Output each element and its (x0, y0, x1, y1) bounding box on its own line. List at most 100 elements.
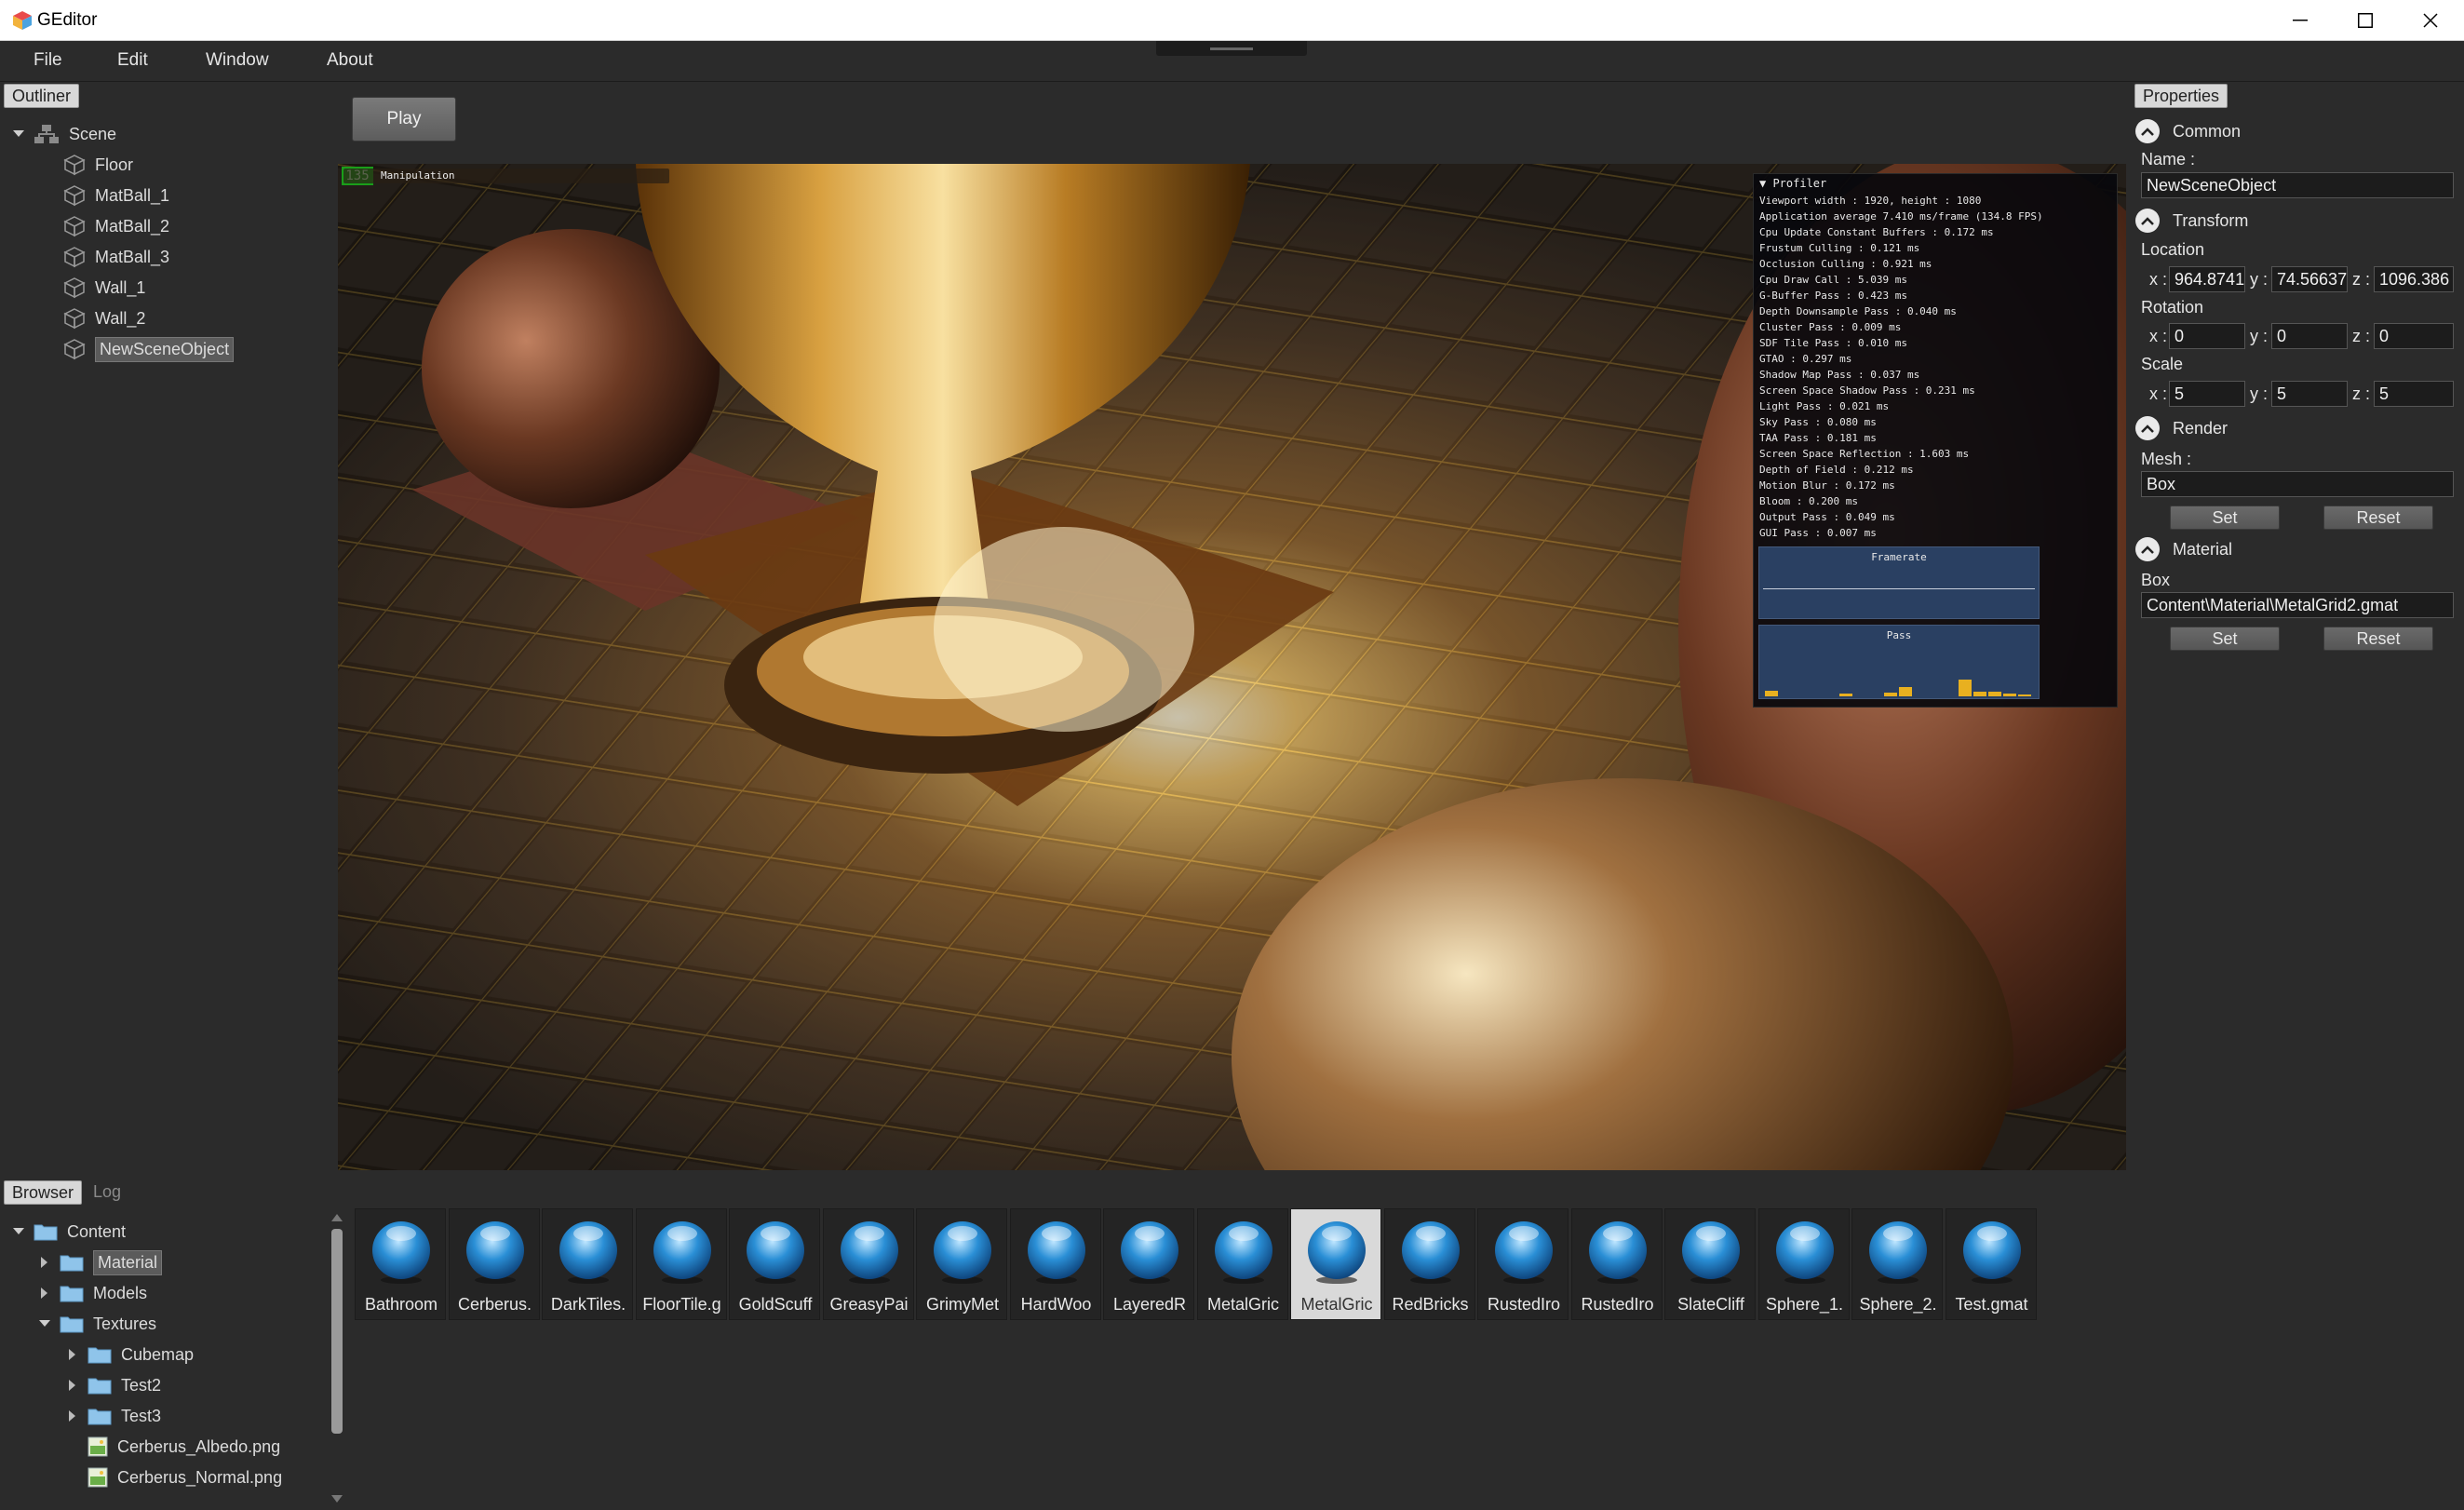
expand-arrow-icon[interactable] (37, 1255, 52, 1270)
scale-z-field[interactable]: 5 (2374, 381, 2454, 407)
menu-window[interactable]: Window (206, 50, 269, 71)
tab-log[interactable]: Log (86, 1180, 128, 1205)
tree-item-matball_1[interactable]: MatBall_1 (63, 181, 169, 210)
collapse-arrow-icon[interactable] (37, 1316, 52, 1331)
browser-tree-item-file1[interactable]: Cerberus_Albedo.png (65, 1432, 280, 1462)
menu-edit[interactable]: Edit (117, 50, 148, 71)
browser-tree-item-material[interactable]: Material (37, 1247, 163, 1277)
material-reset-button[interactable]: Reset (2323, 627, 2433, 651)
tree-item-label: MatBall_2 (95, 216, 170, 236)
asset-tile[interactable]: HardWoo (1009, 1208, 1101, 1320)
collapse-icon[interactable] (2135, 209, 2160, 233)
browser-tree-label: Cubemap (121, 1344, 195, 1364)
tree-item-wall_1[interactable]: Wall_1 (63, 273, 145, 303)
folder-icon (60, 1316, 84, 1333)
asset-name: DarkTiles. (550, 1295, 626, 1314)
pass-graph: Pass (1758, 625, 2040, 699)
collapse-arrow-icon[interactable] (11, 1224, 26, 1239)
browser-tree-label: Content (67, 1221, 127, 1241)
tree-item-matball_2[interactable]: MatBall_2 (63, 211, 169, 241)
rotation-x-axis: x : (2149, 327, 2168, 345)
tab-outliner[interactable]: Outliner (4, 84, 80, 108)
rotation-y-field[interactable]: 0 (2271, 323, 2348, 349)
section-common[interactable]: Common (2135, 119, 2241, 143)
collapse-icon[interactable] (2135, 119, 2160, 143)
rotation-x-field[interactable]: 0 (2169, 323, 2245, 349)
browser-tree-item-textures[interactable]: Textures (37, 1309, 156, 1339)
asset-tile[interactable]: RustedIro (1570, 1208, 1663, 1320)
cube-icon (63, 185, 86, 207)
toolbar-drag-handle[interactable] (1156, 41, 1307, 56)
expand-arrow-icon[interactable] (37, 1286, 52, 1301)
asset-tile[interactable]: GreasyPai (822, 1208, 914, 1320)
location-y-field[interactable]: 74.56637 (2271, 266, 2348, 292)
expand-arrow-icon[interactable] (65, 1409, 80, 1423)
mesh-set-button[interactable]: Set (2170, 506, 2280, 530)
rotation-z-field[interactable]: 0 (2374, 323, 2454, 349)
profiler-overlay[interactable]: ▼ Profiler Viewport width : 1920, height… (1753, 173, 2118, 708)
collapse-icon[interactable] (2135, 537, 2160, 561)
tab-properties[interactable]: Properties (2134, 84, 2228, 108)
profiler-line: Motion Blur : 0.172 ms (1759, 479, 1895, 492)
scale-y-field[interactable]: 5 (2271, 381, 2348, 407)
menu-file[interactable]: File (34, 50, 62, 71)
maximize-button[interactable] (2333, 0, 2398, 41)
mesh-field[interactable]: Box (2141, 471, 2454, 497)
tree-item-newsceneobject[interactable]: NewSceneObject (63, 334, 235, 364)
asset-tile[interactable]: GrimyMet (916, 1208, 1007, 1320)
asset-name: RustedIro (1487, 1295, 1561, 1314)
asset-tile[interactable]: FloorTile.g (635, 1208, 727, 1320)
asset-tile[interactable]: RustedIro (1477, 1208, 1569, 1320)
browser-tree-item-test3[interactable]: Test3 (65, 1401, 161, 1431)
asset-tile[interactable]: Sphere_1. (1757, 1208, 1850, 1320)
minimize-button[interactable] (2268, 0, 2333, 41)
tab-browser[interactable]: Browser (4, 1180, 83, 1205)
tree-item-floor[interactable]: Floor (63, 150, 133, 180)
section-render[interactable]: Render (2135, 416, 2228, 440)
asset-tile[interactable]: MetalGric (1290, 1208, 1381, 1320)
profiler-title[interactable]: ▼ Profiler (1759, 177, 1826, 190)
name-field[interactable]: NewSceneObject (2141, 172, 2454, 198)
name-label: Name : (2141, 150, 2196, 169)
material-set-button[interactable]: Set (2170, 627, 2280, 651)
asset-tile[interactable]: Sphere_2. (1851, 1208, 1943, 1320)
material-sphere-icon (747, 1221, 804, 1284)
asset-tile[interactable]: SlateCliff (1664, 1208, 1756, 1320)
play-button[interactable]: Play (352, 97, 456, 142)
browser-tree-item-cubemap[interactable]: Cubemap (65, 1340, 194, 1369)
tree-item-wall_2[interactable]: Wall_2 (63, 303, 145, 333)
expand-arrow-icon[interactable] (65, 1378, 80, 1393)
asset-tile[interactable]: GoldScuff (729, 1208, 820, 1320)
close-button[interactable] (2398, 0, 2463, 41)
collapse-icon[interactable] (2135, 416, 2160, 440)
asset-tile[interactable]: LayeredR (1103, 1208, 1194, 1320)
tree-item-matball_3[interactable]: MatBall_3 (63, 242, 169, 272)
scale-x-field[interactable]: 5 (2169, 381, 2245, 407)
browser-tree-scrollbar[interactable] (328, 1210, 346, 1508)
section-transform[interactable]: Transform (2135, 209, 2248, 233)
location-x-field[interactable]: 964.8741 (2169, 266, 2245, 292)
tree-item-scene[interactable]: Scene (11, 119, 116, 149)
browser-tree-item-models[interactable]: Models (37, 1278, 147, 1308)
asset-tile[interactable]: Test.gmat (1945, 1208, 2037, 1320)
manipulation-bar[interactable]: Manipulation (343, 169, 669, 183)
browser-tree-item-content[interactable]: Content (11, 1217, 126, 1247)
pass-bar (1884, 693, 1897, 696)
asset-tile[interactable]: MetalGric (1196, 1208, 1288, 1320)
expand-arrow-icon[interactable] (11, 127, 26, 142)
asset-tile[interactable]: Bathroom (355, 1208, 446, 1320)
menu-about[interactable]: About (327, 50, 373, 71)
material-field[interactable]: Content\Material\MetalGrid2.gmat (2141, 592, 2454, 618)
material-sphere-icon (934, 1221, 991, 1284)
material-sphere-icon (1588, 1221, 1647, 1284)
location-z-field[interactable]: 1096.386 (2374, 266, 2454, 292)
section-material[interactable]: Material (2135, 537, 2232, 561)
asset-tile[interactable]: DarkTiles. (542, 1208, 633, 1320)
expand-arrow-icon[interactable] (65, 1347, 80, 1362)
browser-tree-item-test2[interactable]: Test2 (65, 1370, 161, 1400)
mesh-reset-button[interactable]: Reset (2323, 506, 2433, 530)
asset-tile[interactable]: Cerberus. (448, 1208, 540, 1320)
asset-tile[interactable]: RedBricks (1383, 1208, 1475, 1320)
browser-tree-item-file2[interactable]: Cerberus_Normal.png (65, 1463, 282, 1492)
scale-x-axis: x : (2149, 384, 2168, 403)
